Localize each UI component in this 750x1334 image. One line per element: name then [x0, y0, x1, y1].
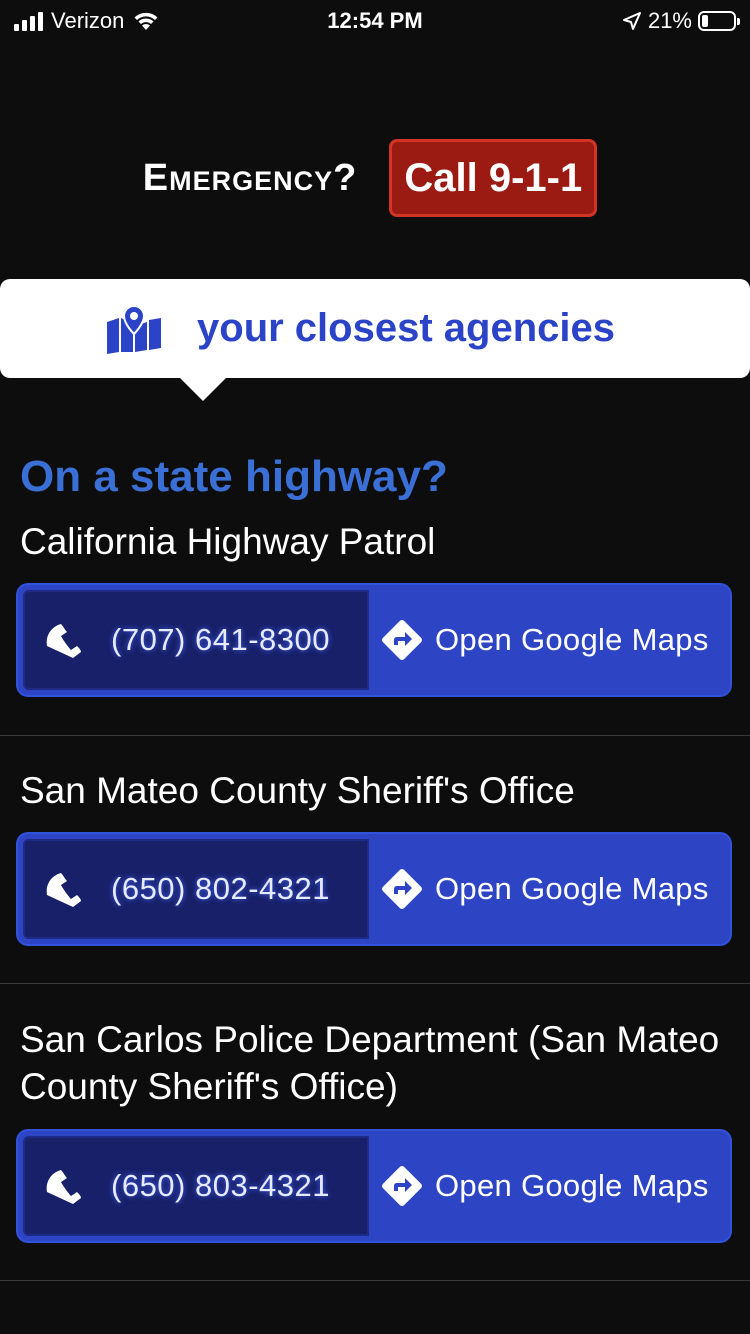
directions-icon [382, 1166, 422, 1206]
agency-card: San Carlos Police Department (San Mateo … [0, 983, 750, 1281]
directions-icon [382, 620, 422, 660]
call-911-button[interactable]: Call 9-1-1 [389, 139, 598, 217]
maps-label: Open Google Maps [435, 871, 709, 906]
maps-label: Open Google Maps [435, 622, 709, 657]
closest-agencies-title: your closest agencies [197, 306, 615, 350]
app-screen: Verizon 12:54 PM 21% Emergency? Call 9-1… [0, 0, 750, 1334]
agency-action-bar: (650) 802-4321 Open Google Maps [18, 834, 730, 944]
emergency-row: Emergency? Call 9-1-1 [0, 138, 750, 218]
call-agency-button[interactable]: (650) 803-4321 [23, 1136, 369, 1236]
agency-card: San Mateo County Sheriff's Office (650) … [0, 735, 750, 984]
agency-card: On a state highway? California Highway P… [0, 378, 750, 736]
directions-icon [382, 869, 422, 909]
phone-icon [46, 873, 81, 907]
call-agency-button[interactable]: (707) 641-8300 [23, 590, 369, 690]
location-arrow-icon [622, 12, 641, 30]
agency-action-bar: (707) 641-8300 Open Google Maps [18, 585, 730, 695]
map-marker-icon [107, 304, 162, 354]
maps-label: Open Google Maps [435, 1168, 709, 1203]
section-heading-state-highway: On a state highway? [20, 452, 448, 501]
battery-percent: 21% [647, 8, 692, 33]
battery-icon [698, 11, 740, 31]
open-google-maps-button[interactable]: Open Google Maps [369, 585, 730, 695]
call-agency-button[interactable]: (650) 802-4321 [23, 839, 369, 939]
closest-agencies-banner: your closest agencies [0, 279, 750, 378]
phone-number: (650) 802-4321 [111, 871, 330, 906]
agency-name: California Highway Patrol [20, 521, 436, 562]
open-google-maps-button[interactable]: Open Google Maps [369, 834, 730, 944]
phone-number: (707) 641-8300 [111, 622, 330, 657]
open-google-maps-button[interactable]: Open Google Maps [369, 1131, 730, 1241]
battery-fill [702, 15, 708, 27]
emergency-label: Emergency? [142, 156, 358, 199]
status-right: 21% [622, 8, 740, 34]
phone-icon [46, 1170, 81, 1204]
agency-name: San Mateo County Sheriff's Office [20, 770, 575, 811]
agency-action-bar: (650) 803-4321 Open Google Maps [18, 1131, 730, 1241]
phone-number: (650) 803-4321 [111, 1168, 330, 1203]
agency-name: San Carlos Police Department (San Mateo … [20, 1019, 720, 1107]
status-bar: Verizon 12:54 PM 21% [0, 0, 750, 40]
phone-icon [46, 624, 81, 658]
battery-cap [737, 18, 740, 25]
